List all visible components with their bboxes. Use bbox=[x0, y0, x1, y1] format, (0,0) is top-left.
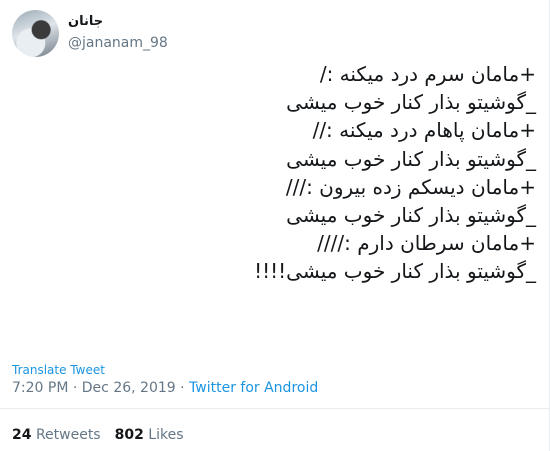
retweets-label: Retweets bbox=[35, 427, 101, 443]
tweet-text: +مامان سرم درد میکنه :/ _گوشیتو بذار کنا… bbox=[76, 60, 536, 286]
meta-separator: · bbox=[180, 380, 185, 396]
tweet-line: _گوشیتو بذار کنار خوب میشی bbox=[286, 146, 536, 171]
meta-separator: · bbox=[72, 380, 78, 396]
user-handle[interactable]: @jananam_98 bbox=[68, 35, 168, 51]
retweets-stat[interactable]: 24 Retweets bbox=[12, 427, 101, 443]
tweet-stats: 24 Retweets 802 Likes bbox=[12, 427, 184, 443]
tweet-source-link[interactable]: Twitter for Android bbox=[189, 380, 318, 396]
likes-stat[interactable]: 802 Likes bbox=[115, 427, 184, 443]
display-name[interactable]: جانان bbox=[68, 14, 103, 29]
avatar[interactable] bbox=[12, 10, 59, 57]
likes-count: 802 bbox=[114, 427, 144, 443]
tweet-line: +مامان سرطان دارم ://// bbox=[317, 231, 536, 256]
tweet-date[interactable]: Dec 26, 2019 bbox=[82, 380, 176, 396]
tweet-line: _گوشیتو بذار کنار خوب میشی bbox=[286, 203, 536, 228]
tweet-line: +مامان پاهام درد میکنه :// bbox=[312, 118, 536, 143]
retweets-count: 24 bbox=[12, 427, 32, 443]
tweet-line: _گوشیتو بذار کنار خوب میشی bbox=[286, 90, 536, 115]
translate-tweet-link[interactable]: Translate Tweet bbox=[12, 363, 105, 377]
tweet-time[interactable]: 7:20 PM bbox=[12, 380, 68, 396]
tweet-line: +مامان دیسکم زده بیرون :/// bbox=[285, 174, 536, 199]
tweet-line: _گوشیتو بذار کنار خوب میشی!!!! bbox=[254, 259, 536, 284]
tweet-meta: 7:20 PM · Dec 26, 2019 · Twitter for And… bbox=[12, 380, 318, 396]
likes-label: Likes bbox=[148, 427, 184, 443]
tweet-header: جانان @jananam_98 bbox=[10, 8, 540, 58]
divider bbox=[0, 408, 550, 409]
tweet-line: +مامان سرم درد میکنه :/ bbox=[319, 62, 536, 86]
